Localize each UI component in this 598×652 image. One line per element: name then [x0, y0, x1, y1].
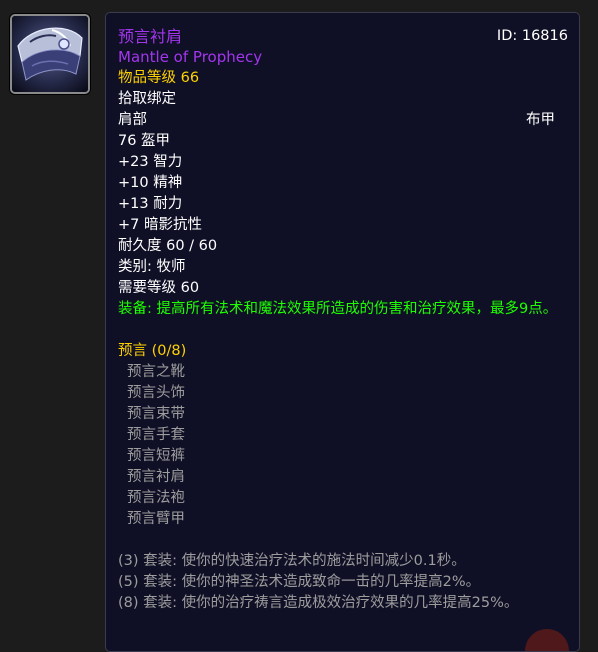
set-bonus: (5) 套装: 使你的神圣法术造成致命一击的几率提高2%。: [118, 574, 481, 590]
set-piece: 预言之靴: [127, 364, 185, 380]
item-class-requirement: 类别: 牧师: [118, 259, 186, 275]
set-bonus: (3) 套装: 使你的快速治疗法术的施法时间减少0.1秒。: [118, 553, 466, 569]
item-level: 物品等级 66: [118, 70, 200, 86]
item-slot: 肩部: [118, 112, 147, 128]
item-stat: +7 暗影抗性: [118, 217, 202, 233]
item-durability: 耐久度 60 / 60: [118, 238, 218, 254]
item-slot-row: 肩部 布甲: [118, 110, 567, 131]
set-piece: 预言臂甲: [127, 511, 185, 527]
item-stat: +13 耐力: [118, 196, 183, 212]
item-armor-type: 布甲: [526, 112, 555, 128]
item-name-cn: 预言衬肩: [118, 27, 183, 46]
item-icon: [10, 14, 90, 94]
item-armor: 76 盔甲: [118, 133, 171, 149]
item-level-requirement: 需要等级 60: [118, 280, 200, 296]
item-tooltip: ID: 16816 预言衬肩 Mantle of Prophecy 物品等级 6…: [105, 12, 580, 652]
set-piece: 预言短裤: [127, 448, 185, 464]
item-binding: 拾取绑定: [118, 91, 176, 107]
item-equip-effect: 装备: 提高所有法术和魔法效果所造成的伤害和治疗效果，最多9点。: [118, 301, 558, 317]
set-piece: 预言法袍: [127, 490, 185, 506]
mantle-icon: [12, 16, 88, 92]
item-stat: +23 智力: [118, 154, 183, 170]
corner-decoration: [525, 629, 569, 651]
item-name-en: Mantle of Prophecy: [118, 48, 263, 66]
item-stat: +10 精神: [118, 175, 183, 191]
set-piece: 预言手套: [127, 427, 185, 443]
set-title: 预言 (0/8): [118, 343, 187, 359]
set-bonus: (8) 套装: 使你的治疗祷言造成极效治疗效果的几率提高25%。: [118, 595, 519, 611]
set-piece: 预言头饰: [127, 385, 185, 401]
set-piece: 预言衬肩: [127, 469, 185, 485]
set-piece: 预言束带: [127, 406, 185, 422]
